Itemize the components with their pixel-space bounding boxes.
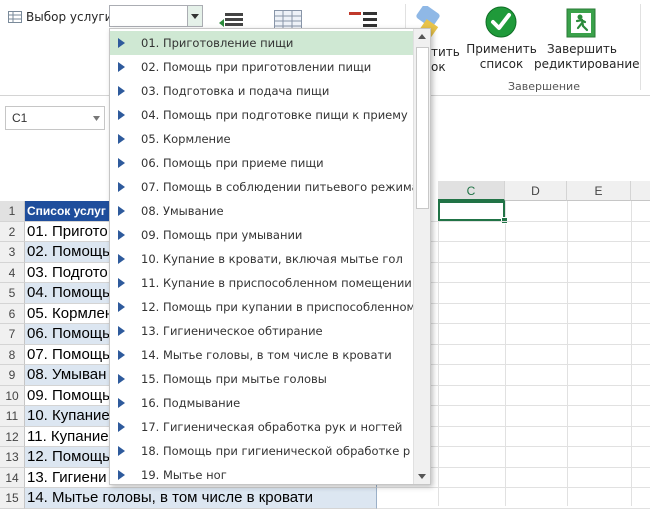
column-header-c[interactable]: C — [438, 181, 505, 201]
service-dropdown-list[interactable]: 01. Приготовление пищи 02. Помощь при при… — [109, 28, 431, 485]
row-header[interactable]: 13 — [0, 447, 25, 468]
dropdown-item[interactable]: 14. Мытье головы, в том числе в кровати — [110, 343, 413, 367]
dropdown-scrollbar[interactable] — [413, 29, 430, 484]
partial-button-label-1: тить — [431, 45, 460, 59]
play-arrow-icon — [118, 422, 125, 432]
dropdown-item[interactable]: 08. Умывание — [110, 199, 413, 223]
dropdown-item[interactable]: 13. Гигиеническое обтирание — [110, 319, 413, 343]
finish-editing-button[interactable]: Завершить редиктирование — [534, 42, 640, 76]
play-arrow-icon — [118, 230, 125, 240]
name-box[interactable]: C1 — [5, 106, 105, 130]
column-header-e[interactable]: E — [567, 181, 631, 201]
row-header[interactable]: 5 — [0, 283, 25, 304]
dropdown-item-label: 10. Купание в кровати, включая мытье гол — [141, 252, 403, 266]
dropdown-item-label: 13. Гигиеническое обтирание — [141, 324, 323, 338]
partial-button-label-2: ок — [431, 60, 446, 74]
dropdown-item-label: 12. Помощь при купании в приспособленном — [141, 300, 416, 314]
dropdown-item[interactable]: 18. Помощь при гигиенической обработке р — [110, 439, 413, 463]
dropdown-item[interactable]: 02. Помощь при приготовлении пищи — [110, 55, 413, 79]
check-icon[interactable] — [485, 6, 517, 38]
dropdown-item-label: 19. Мытье ног — [141, 468, 227, 482]
play-arrow-icon — [118, 182, 125, 192]
play-arrow-icon — [118, 470, 125, 480]
dropdown-item[interactable]: 04. Помощь при подготовке пищи к приему — [110, 103, 413, 127]
dropdown-item-label: 03. Подготовка и подача пищи — [141, 84, 330, 98]
play-arrow-icon — [118, 134, 125, 144]
service-label: Выбор услуги — [26, 10, 113, 24]
group-label: Завершение — [508, 80, 580, 93]
dropdown-item[interactable]: 15. Помощь при мытье головы — [110, 367, 413, 391]
dropdown-item[interactable]: 06. Помощь при приеме пищи — [110, 151, 413, 175]
dropdown-item[interactable]: 01. Приготовление пищи — [110, 31, 413, 55]
row-header[interactable]: 14 — [0, 468, 25, 488]
play-arrow-icon — [118, 254, 125, 264]
dropdown-item-label: 18. Помощь при гигиенической обработке р — [141, 444, 411, 458]
row-header[interactable]: 12 — [0, 427, 25, 447]
dropdown-item-label: 14. Мытье головы, в том числе в кровати — [141, 348, 392, 362]
apply-list-button[interactable]: Применить список — [464, 42, 539, 76]
apply-label-1: Применить — [466, 42, 537, 56]
row-header[interactable]: 7 — [0, 324, 25, 345]
dropdown-item-label: 05. Кормление — [141, 132, 231, 146]
row-header[interactable]: 9 — [0, 365, 25, 386]
column-header-f[interactable] — [631, 181, 650, 201]
dropdown-item[interactable]: 03. Подготовка и подача пищи — [110, 79, 413, 103]
play-arrow-icon — [118, 278, 125, 288]
apply-label-2: список — [479, 57, 524, 71]
dropdown-item-label: 16. Подмывание — [141, 396, 241, 410]
dropdown-item[interactable]: 07. Помощь в соблюдении питьевого режима — [110, 175, 419, 199]
dropdown-item[interactable]: 12. Помощь при купании в приспособленном — [110, 295, 416, 319]
active-cell-c1[interactable] — [438, 201, 505, 221]
finish-label-1: Завершить — [547, 42, 617, 56]
play-arrow-icon — [118, 158, 125, 168]
dropdown-item-label: 08. Умывание — [141, 204, 224, 218]
dropdown-item[interactable]: 16. Подмывание — [110, 391, 413, 415]
column-header-d[interactable]: D — [505, 181, 567, 201]
dropdown-item[interactable]: 19. Мытье ног — [110, 463, 413, 487]
play-arrow-icon — [118, 398, 125, 408]
row-header[interactable]: 6 — [0, 304, 25, 324]
play-arrow-icon — [118, 38, 125, 48]
row-header[interactable]: 8 — [0, 345, 25, 365]
dropdown-arrow-icon[interactable] — [187, 6, 202, 26]
scrollbar-thumb[interactable] — [416, 47, 429, 209]
row-header[interactable]: 4 — [0, 263, 25, 283]
row-header[interactable]: 1 — [0, 201, 25, 222]
dropdown-item[interactable]: 11. Купание в приспособленном помещении — [110, 271, 413, 295]
row-header[interactable]: 2 — [0, 222, 25, 242]
dropdown-item-label: 02. Помощь при приготовлении пищи — [141, 60, 372, 74]
name-box-value: C1 — [12, 111, 28, 125]
scroll-up-icon[interactable] — [415, 30, 429, 44]
play-arrow-icon — [118, 326, 125, 336]
dropdown-item-label: 17. Гигиеническая обработка рук и ногтей — [141, 420, 403, 434]
finish-label-2: редиктирование — [534, 57, 640, 71]
row-header[interactable]: 10 — [0, 386, 25, 406]
play-arrow-icon — [118, 446, 125, 456]
exit-icon[interactable] — [566, 8, 596, 38]
dropdown-item-label: 07. Помощь в соблюдении питьевого режима — [141, 180, 419, 194]
row-header[interactable]: 11 — [0, 406, 25, 427]
dropdown-item-label: 09. Помощь при умывании — [141, 228, 303, 242]
dropdown-item-label: 11. Купание в приспособленном помещении — [141, 276, 412, 290]
play-arrow-icon — [118, 110, 125, 120]
play-arrow-icon — [118, 62, 125, 72]
chevron-down-icon[interactable] — [92, 112, 101, 126]
table-icon — [8, 11, 22, 23]
dropdown-item-label: 04. Помощь при подготовке пищи к приему — [141, 108, 408, 122]
play-arrow-icon — [118, 302, 125, 312]
dropdown-item[interactable]: 10. Купание в кровати, включая мытье гол — [110, 247, 413, 271]
play-arrow-icon — [118, 350, 125, 360]
dropdown-item-label: 06. Помощь при приеме пищи — [141, 156, 324, 170]
play-arrow-icon — [118, 206, 125, 216]
dropdown-item[interactable]: 05. Кормление — [110, 127, 413, 151]
service-combo[interactable] — [109, 5, 203, 27]
dropdown-item-label: 01. Приготовление пищи — [141, 36, 294, 50]
dropdown-item-label: 15. Помощь при мытье головы — [141, 372, 327, 386]
dropdown-item[interactable]: 09. Помощь при умывании — [110, 223, 413, 247]
play-arrow-icon — [118, 86, 125, 96]
dropdown-item[interactable]: 17. Гигиеническая обработка рук и ногтей — [110, 415, 413, 439]
scroll-down-icon[interactable] — [415, 469, 429, 483]
play-arrow-icon — [118, 374, 125, 384]
row-header[interactable]: 3 — [0, 242, 25, 263]
